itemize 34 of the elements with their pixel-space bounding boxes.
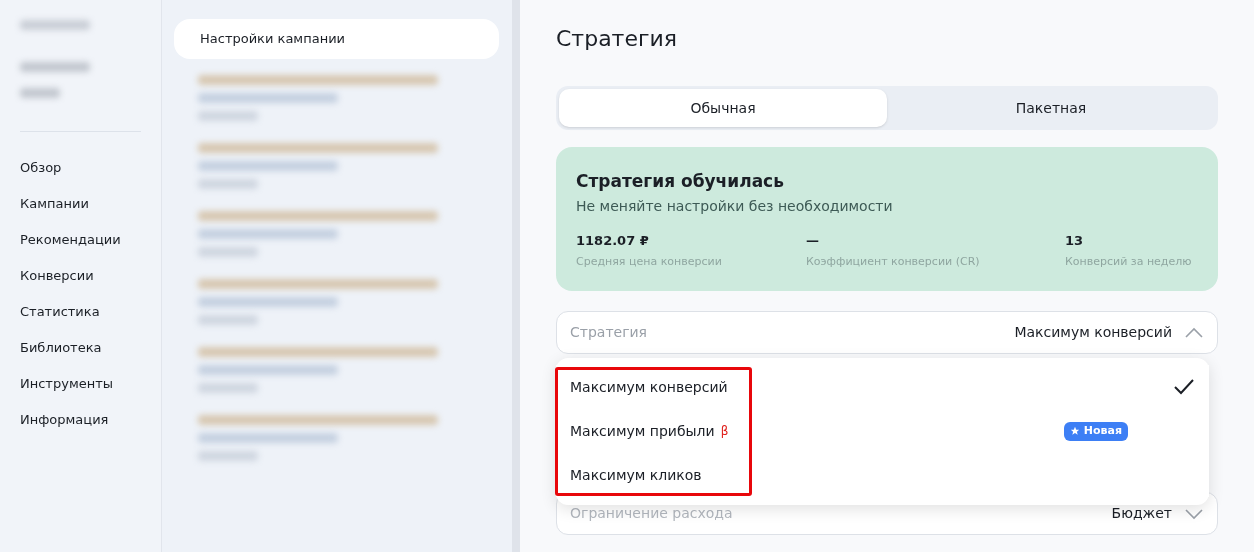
card-subtitle: Не меняйте настройки без необходимости	[576, 197, 894, 216]
metric-label: Коэффициент конверсии (CR)	[806, 253, 981, 270]
campaign-nav-item[interactable]: Настройки кампании	[174, 19, 499, 59]
card-title: Стратегия обучилась	[576, 170, 785, 193]
tab[interactable]: Обычная	[559, 89, 887, 127]
sidebar-item[interactable]: Информация	[20, 402, 141, 438]
metric-label: Средняя цена конверсии	[576, 253, 723, 270]
metric-value: 1182.07 ₽	[576, 232, 650, 250]
sidebar-item[interactable]: Обзор	[20, 150, 141, 186]
dropdown-option[interactable]: Максимум конверсий	[556, 365, 1209, 409]
sidebar-item[interactable]: Конверсии	[20, 258, 141, 294]
tab[interactable]: Пакетная	[887, 89, 1215, 127]
select-value: Бюджет	[1111, 504, 1172, 523]
sidebar-item[interactable]: Инструменты	[20, 366, 141, 402]
select-label: Стратегия	[570, 323, 649, 342]
metric-value: —	[806, 232, 820, 250]
sidebar-item[interactable]: Кампании	[20, 186, 141, 222]
panel-title: Стратегия	[556, 25, 679, 53]
metric-value: 13	[1065, 232, 1085, 250]
metric-label: Конверсий за неделю	[1065, 253, 1193, 270]
sidebar-item[interactable]: Библиотека	[20, 330, 141, 366]
star-icon	[1069, 426, 1080, 436]
select-value: Максимум конверсий	[1014, 323, 1172, 342]
beta-mark: β	[720, 423, 729, 440]
scrollbar[interactable]	[512, 0, 520, 552]
sidebar-item[interactable]: Статистика	[20, 294, 141, 330]
option-label: Максимум конверсий	[570, 377, 728, 397]
option-label: Максимум кликов	[570, 465, 702, 485]
select-label: Ограничение расхода	[570, 504, 734, 523]
new-badge: Новая	[1063, 421, 1128, 441]
sidebar-item[interactable]: Рекомендации	[20, 222, 141, 258]
option-label: Максимум прибыли	[570, 421, 715, 441]
dropdown-option[interactable]: Максимум кликов	[556, 453, 1209, 497]
strategy-select[interactable]: Стратегия Максимум конверсий	[556, 311, 1218, 354]
